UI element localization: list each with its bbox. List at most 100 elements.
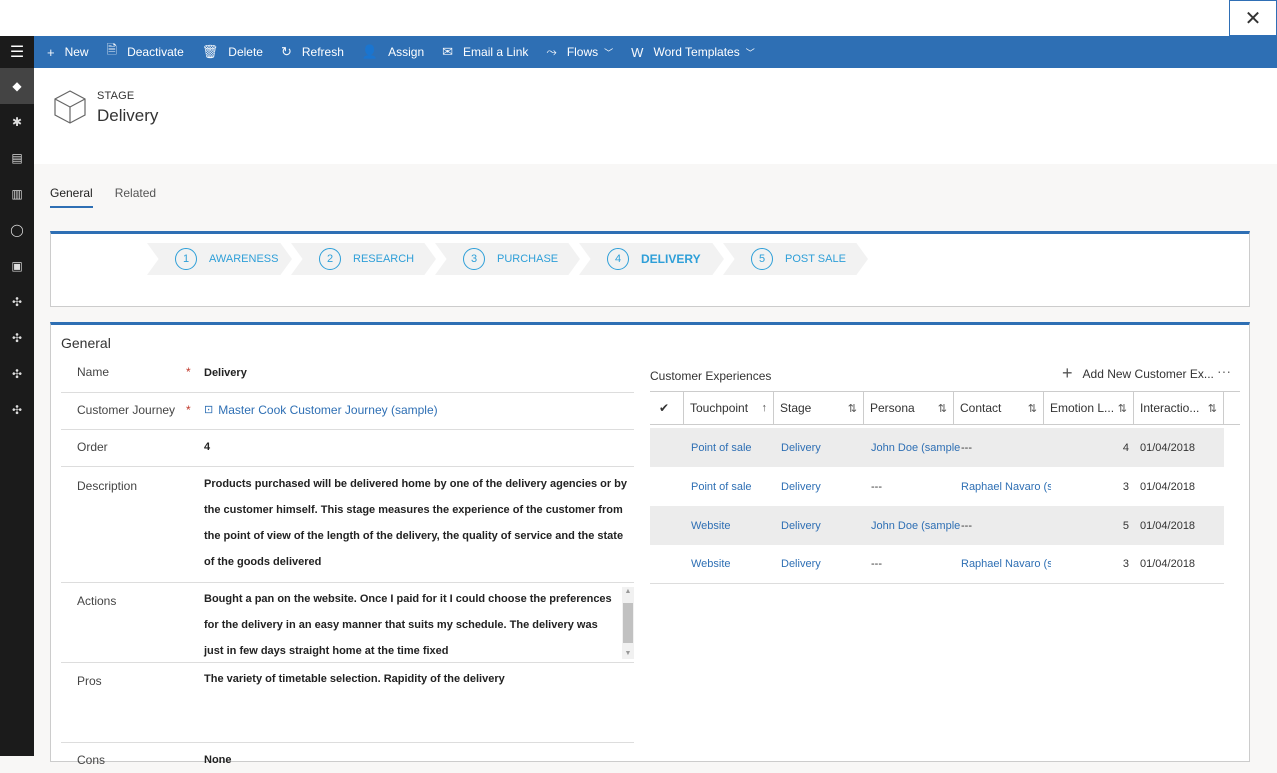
delete-button[interactable]: 🗑 Delete [193, 36, 272, 68]
order-field[interactable]: 4 [204, 434, 629, 460]
stage-cell[interactable]: Delivery [781, 520, 871, 532]
column-label: Emotion L... [1050, 401, 1115, 415]
order-row: Order 4 [61, 430, 634, 467]
name-row: Name * Delivery [61, 357, 634, 393]
nav-journeys-icon[interactable]: ◆ [0, 68, 34, 104]
select-all-checkbox[interactable]: ✔ [650, 391, 684, 425]
touchpoint-cell[interactable]: Website [650, 558, 781, 570]
journey-link[interactable]: Master Cook Customer Journey (sample) [218, 397, 437, 423]
close-button[interactable]: ✕ [1229, 0, 1277, 36]
actions-row: Actions Bought a pan on the website. Onc… [61, 583, 634, 663]
stage-cell[interactable]: Delivery [781, 442, 871, 454]
refresh-button[interactable]: ↻ Refresh [272, 36, 353, 68]
touchpoint-cell[interactable]: Website [650, 520, 781, 532]
actions-scrollbar[interactable]: ▲ ▼ [622, 587, 634, 659]
flows-button[interactable]: ⤳ Flows ﹀ [537, 36, 622, 68]
journey-label: Customer Journey [77, 403, 176, 417]
add-label: Add New Customer Ex... [1082, 366, 1214, 381]
table-row[interactable]: Website Delivery --- Raphael Navaro (s 3… [650, 545, 1224, 584]
stage-post-sale[interactable]: 5 POST SALE [723, 243, 868, 275]
word-templates-button[interactable]: W Word Templates ﹀ [622, 36, 764, 68]
emotion-cell: 5 [1122, 519, 1129, 532]
contact-cell: --- [961, 441, 972, 454]
name-field[interactable]: Delivery [204, 360, 629, 386]
touchpoint-cell[interactable]: Point of sale [650, 481, 781, 493]
scroll-up-icon[interactable]: ▲ [622, 587, 634, 597]
column-stage[interactable]: Stage ⇅ [774, 391, 864, 425]
pros-field[interactable]: The variety of timetable selection. Rapi… [204, 666, 629, 692]
order-label: Order [77, 440, 108, 454]
table-row[interactable]: Website Delivery John Doe (sample --- 5 … [650, 506, 1224, 545]
nav-puzzle-icon[interactable]: ✣ [0, 356, 34, 392]
touchpoint-cell[interactable]: Point of sale [650, 442, 781, 454]
flows-label: Flows [566, 45, 599, 59]
sort-icon: ⇅ [1117, 402, 1127, 415]
stage-delivery[interactable]: 4 DELIVERY [579, 243, 724, 275]
stage-number: 1 [175, 248, 197, 270]
scroll-thumb[interactable] [623, 603, 633, 643]
table-row[interactable]: Point of sale Delivery John Doe (sample … [650, 428, 1224, 467]
cons-label: Cons [77, 753, 106, 767]
nav-puzzle-icon[interactable]: ✣ [0, 284, 34, 320]
more-options-icon[interactable]: ··· [1217, 363, 1231, 379]
stage-label: POST SALE [785, 253, 846, 265]
column-label: Contact [960, 401, 1002, 415]
persona-cell: --- [871, 558, 882, 570]
persona-cell: --- [871, 480, 882, 493]
journey-lookup[interactable]: ⊡ Master Cook Customer Journey (sample) [204, 397, 629, 423]
emotion-cell: 4 [1122, 441, 1129, 454]
actions-label: Actions [77, 594, 117, 608]
nav-puzzle-icon[interactable]: ✣ [0, 392, 34, 428]
sort-ascending-icon: ↑ [761, 402, 768, 414]
nav-document-icon[interactable]: ▥ [0, 176, 34, 212]
deactivate-button[interactable]: 🗎 Deactivate [98, 36, 193, 68]
column-label: Touchpoint [690, 401, 749, 415]
email-icon: ✉ [442, 44, 454, 59]
column-interaction-date[interactable]: Interactio... ⇅ [1134, 391, 1224, 425]
stage-label: AWARENESS [209, 253, 279, 265]
stage-cell[interactable]: Delivery [781, 481, 871, 493]
nav-clipboard-icon[interactable]: ▤ [0, 140, 34, 176]
column-touchpoint[interactable]: Touchpoint ↑ [684, 391, 774, 425]
column-contact[interactable]: Contact ⇅ [954, 391, 1044, 425]
nav-puzzle-icon[interactable]: ✣ [0, 320, 34, 356]
business-process-flow: 1 AWARENESS 2 RESEARCH 3 PURCHASE 4 DELIVERY… [50, 231, 1250, 307]
cons-field[interactable]: None [204, 747, 629, 773]
emotion-cell: 3 [1122, 480, 1129, 493]
scroll-down-icon[interactable]: ▼ [622, 649, 634, 659]
tab-general[interactable]: General [50, 186, 93, 208]
table-row[interactable]: Point of sale Delivery --- Raphael Navar… [650, 467, 1224, 506]
title-strip [0, 0, 1277, 36]
persona-cell[interactable]: John Doe (sample [871, 520, 961, 532]
contact-cell[interactable]: Raphael Navaro (s [961, 558, 1051, 570]
grid-body: Point of sale Delivery John Doe (sample … [650, 428, 1224, 584]
column-persona[interactable]: Persona ⇅ [864, 391, 954, 425]
hamburger-icon: ☰ [9, 44, 25, 61]
column-emotion-level[interactable]: Emotion L... ⇅ [1044, 391, 1134, 425]
chevron-down-icon: ﹀ [745, 47, 755, 58]
add-customer-experience-button[interactable]: + Add New Customer Ex... [1062, 363, 1214, 384]
stage-number: 2 [319, 248, 341, 270]
contact-cell[interactable]: Raphael Navaro (s [961, 481, 1051, 493]
nav-person-icon[interactable]: ◯ [0, 212, 34, 248]
description-field[interactable]: Products purchased will be delivered hom… [204, 471, 629, 575]
stage-research[interactable]: 2 RESEARCH [291, 243, 436, 275]
grid-title: Customer Experiences [650, 369, 772, 383]
assign-button[interactable]: 👤 Assign [353, 36, 433, 68]
stage-awareness[interactable]: 1 AWARENESS [147, 243, 292, 275]
email-link-button[interactable]: ✉ Email a Link [433, 36, 537, 68]
tab-related[interactable]: Related [115, 186, 156, 208]
sort-icon: ⇅ [1027, 402, 1037, 415]
emotion-cell: 3 [1122, 558, 1129, 570]
stage-cell[interactable]: Delivery [781, 558, 871, 570]
contact-cell: --- [961, 519, 972, 532]
persona-cell[interactable]: John Doe (sample [871, 442, 961, 454]
nav-map-icon[interactable]: ✱ [0, 104, 34, 140]
menu-button[interactable]: ☰ [0, 36, 34, 68]
new-button[interactable]: + New [38, 36, 98, 68]
command-bar: ☰ + New 🗎 Deactivate 🗑 Delete ↻ Refresh 👤 Ass… [0, 36, 1277, 68]
nav-badge-icon[interactable]: ▣ [0, 248, 34, 284]
record-icon: ⊡ [204, 404, 214, 416]
stage-purchase[interactable]: 3 PURCHASE [435, 243, 580, 275]
actions-field[interactable]: Bought a pan on the website. Once I paid… [204, 586, 616, 664]
